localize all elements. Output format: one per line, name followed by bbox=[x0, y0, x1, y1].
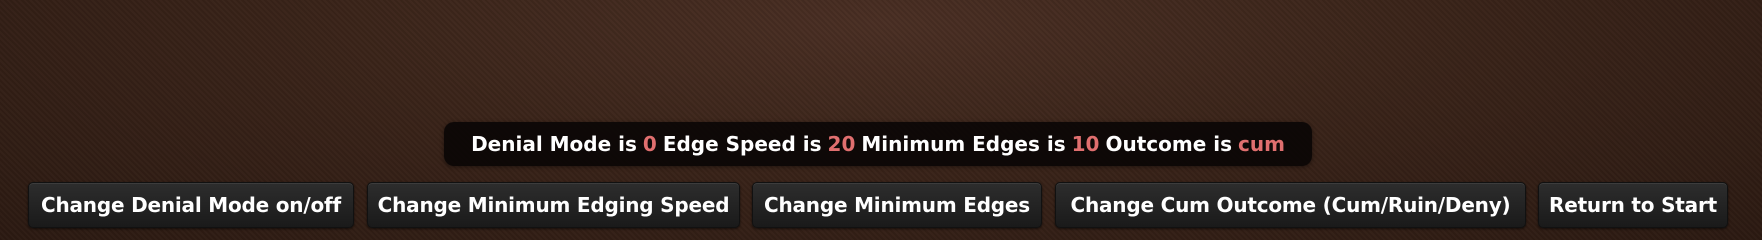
denial-mode-label: Denial Mode is bbox=[471, 132, 637, 156]
minimum-edges-value: 10 bbox=[1071, 132, 1100, 156]
edge-speed-label: Edge Speed is bbox=[662, 132, 822, 156]
return-to-start-button[interactable]: Return to Start bbox=[1538, 182, 1728, 228]
change-cum-outcome-button[interactable]: Change Cum Outcome (Cum/Ruin/Deny) bbox=[1055, 182, 1526, 228]
outcome-value: cum bbox=[1237, 132, 1285, 156]
minimum-edges-label: Minimum Edges is bbox=[861, 132, 1066, 156]
edge-speed-value: 20 bbox=[827, 132, 856, 156]
change-minimum-edges-button[interactable]: Change Minimum Edges bbox=[752, 182, 1042, 228]
outcome-label: Outcome is bbox=[1105, 132, 1232, 156]
change-minimum-edging-speed-button[interactable]: Change Minimum Edging Speed bbox=[367, 182, 740, 228]
status-bar: Denial Mode is 0 Edge Speed is 20 Minimu… bbox=[444, 122, 1312, 166]
page: { "status": { "denial_label": "Denial Mo… bbox=[0, 0, 1762, 240]
button-row: Change Denial Mode on/off Change Minimum… bbox=[0, 182, 1762, 228]
denial-mode-value: 0 bbox=[642, 132, 657, 156]
change-denial-mode-button[interactable]: Change Denial Mode on/off bbox=[28, 182, 354, 228]
